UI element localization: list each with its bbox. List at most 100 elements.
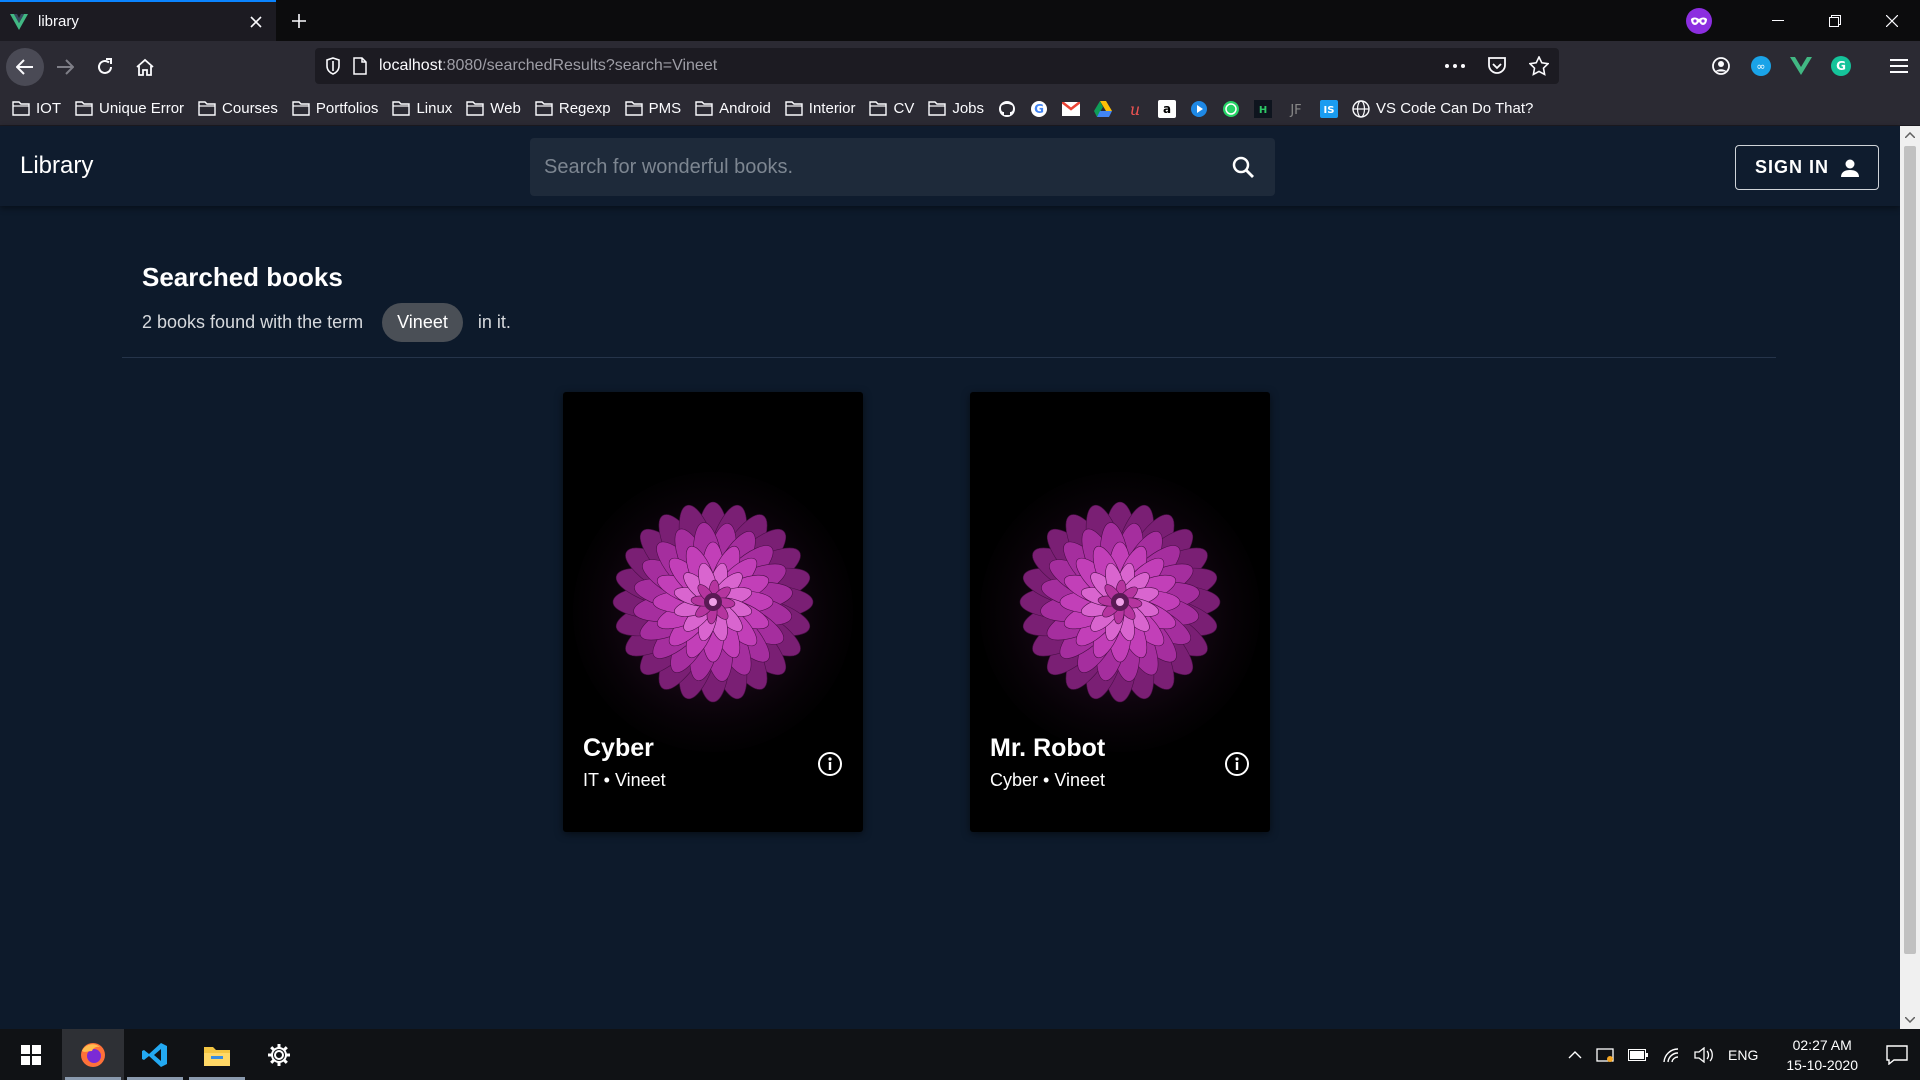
security-icon[interactable]	[1596, 1047, 1614, 1063]
settings-gear-icon[interactable]	[248, 1029, 310, 1080]
notifications-icon[interactable]	[1886, 1044, 1908, 1065]
bookmark-folder[interactable]: Android	[695, 100, 771, 117]
bookmark-star-icon[interactable]	[1529, 56, 1549, 76]
folder-icon	[466, 101, 484, 116]
amazon-icon[interactable]: a	[1158, 99, 1177, 118]
search-input[interactable]	[544, 155, 1225, 179]
firefox-taskbar-icon[interactable]	[62, 1029, 124, 1080]
minimize-icon[interactable]	[1749, 0, 1806, 41]
bookmark-label: Courses	[222, 100, 278, 117]
page-scrollbar[interactable]	[1900, 126, 1920, 1029]
infinity-extension-icon[interactable]: ∞	[1750, 55, 1772, 77]
play-icon[interactable]	[1190, 100, 1208, 118]
book-subtitle: Cyber • Vineet	[990, 770, 1106, 790]
file-explorer-taskbar-icon[interactable]	[186, 1029, 248, 1080]
jf-icon[interactable]: JF	[1286, 100, 1306, 118]
windows-taskbar: ENG 02:27 AM 15-10-2020	[0, 1029, 1920, 1080]
bookmark-folder[interactable]: Unique Error	[75, 100, 184, 117]
bookmark-folder[interactable]: IOT	[12, 100, 61, 117]
bookmark-label: CV	[893, 100, 915, 117]
close-tab-icon[interactable]	[246, 12, 266, 32]
restore-icon[interactable]	[1806, 0, 1863, 41]
book-cover-image	[970, 462, 1270, 762]
github-icon[interactable]	[998, 100, 1016, 118]
book-title: Mr. Robot	[990, 734, 1106, 762]
person-icon	[1841, 159, 1859, 177]
bookmark-vscode[interactable]: VS Code Can Do That?	[1352, 99, 1533, 118]
udemy-icon[interactable]: u	[1126, 100, 1144, 118]
hackerrank-icon[interactable]: H	[1254, 99, 1273, 118]
bookmark-folder[interactable]: Web	[466, 100, 521, 117]
scrollbar-thumb[interactable]	[1904, 146, 1916, 954]
windows-start-icon[interactable]	[0, 1029, 62, 1080]
new-tab-button[interactable]	[276, 0, 322, 41]
chevron-up-icon[interactable]	[1568, 1050, 1582, 1059]
bookmark-label: Portfolios	[315, 100, 379, 117]
account-icon[interactable]	[1710, 55, 1732, 77]
search-box	[530, 138, 1275, 196]
wifi-icon[interactable]	[1662, 1047, 1680, 1063]
more-actions-icon[interactable]	[1445, 64, 1465, 68]
svg-text:u: u	[1130, 100, 1140, 118]
google-drive-icon[interactable]	[1094, 100, 1113, 117]
pocket-icon[interactable]	[1487, 57, 1507, 75]
svg-text:a: a	[1163, 102, 1171, 116]
forward-button[interactable]	[46, 48, 84, 86]
reload-button[interactable]	[86, 48, 124, 86]
bookmark-label: Regexp	[558, 100, 611, 117]
scroll-down-arrow-icon[interactable]	[1900, 1011, 1920, 1029]
bookmark-folder[interactable]: Portfolios	[292, 100, 379, 117]
bookmark-label: Android	[719, 100, 771, 117]
search-term-chip[interactable]: Vineet	[382, 303, 463, 342]
bookmark-folder[interactable]: Linux	[392, 100, 452, 117]
close-window-icon[interactable]	[1863, 0, 1920, 41]
book-card[interactable]: Mr. Robot Cyber • Vineet	[970, 392, 1270, 832]
folder-icon	[535, 101, 553, 116]
app-brand[interactable]: Library	[20, 152, 93, 180]
info-icon[interactable]	[1222, 749, 1252, 779]
section-divider	[122, 357, 1776, 358]
whatsapp-icon[interactable]	[1222, 100, 1240, 118]
is-icon[interactable]: IS	[1320, 99, 1339, 118]
folder-icon	[785, 101, 803, 116]
bookmark-label: Jobs	[952, 100, 985, 117]
vue-devtools-icon[interactable]	[1790, 55, 1812, 77]
bookmark-folder[interactable]: Courses	[198, 100, 278, 117]
results-suffix: in it.	[477, 312, 511, 332]
bookmark-folder[interactable]: CV	[869, 100, 914, 117]
volume-icon[interactable]	[1694, 1046, 1714, 1063]
svg-text:JF: JF	[1289, 103, 1301, 118]
vscode-taskbar-icon[interactable]	[124, 1029, 186, 1080]
search-icon[interactable]	[1225, 149, 1261, 185]
bookmark-folder[interactable]: Interior	[785, 100, 855, 117]
menu-icon[interactable]	[1888, 55, 1910, 77]
results-header: Searched books 2 books found with the te…	[142, 262, 511, 342]
clock-time: 02:27 AM	[1792, 1036, 1852, 1053]
sign-in-button[interactable]: SIGN IN	[1735, 145, 1879, 190]
tracking-protection-icon[interactable]	[325, 57, 341, 75]
battery-icon[interactable]	[1628, 1048, 1649, 1061]
bookmark-folder[interactable]: Regexp	[535, 100, 611, 117]
gmail-icon[interactable]	[1062, 101, 1081, 116]
bookmark-label: IOT	[36, 100, 61, 117]
back-button[interactable]	[6, 47, 44, 86]
home-button[interactable]	[126, 48, 164, 86]
url-text[interactable]: localhost:8080/searchedResults?search=Vi…	[379, 57, 1433, 75]
page-info-icon[interactable]	[353, 57, 367, 75]
bookmark-folder[interactable]: Jobs	[928, 100, 984, 117]
book-card[interactable]: Cyber IT • Vineet	[563, 392, 863, 832]
grammarly-icon[interactable]: G	[1830, 55, 1852, 77]
google-icon[interactable]: G	[1030, 100, 1048, 118]
browser-tab[interactable]: library	[0, 0, 276, 41]
input-language[interactable]: ENG	[1728, 1047, 1758, 1063]
info-icon[interactable]	[815, 749, 845, 779]
bookmark-label: Linux	[416, 100, 453, 117]
clock[interactable]: 02:27 AM 15-10-2020	[1786, 1035, 1858, 1075]
folder-icon	[292, 101, 310, 116]
address-bar[interactable]: localhost:8080/searchedResults?search=Vi…	[315, 48, 1559, 84]
folder-icon	[624, 101, 643, 116]
scroll-up-arrow-icon[interactable]	[1900, 126, 1920, 144]
folder-icon	[198, 101, 216, 116]
window-controls	[1749, 0, 1920, 41]
bookmark-folder[interactable]: PMS	[624, 100, 681, 117]
